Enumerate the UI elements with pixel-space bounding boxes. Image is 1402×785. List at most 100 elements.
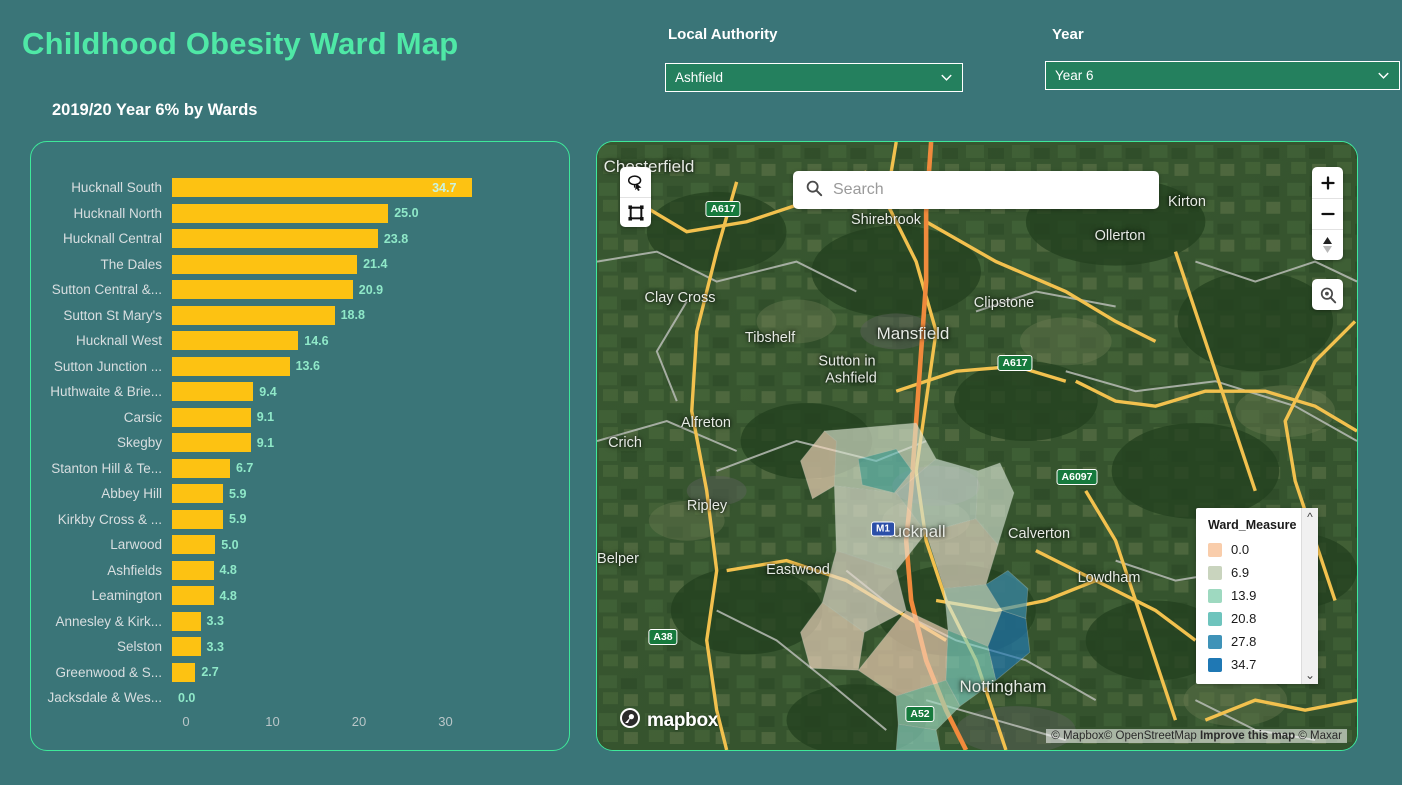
bar-row[interactable]: Annesley & Kirk... 3.3 [31,609,569,635]
bar[interactable] [172,203,389,223]
bar-row[interactable]: Skegby 9.1 [31,430,569,456]
bar[interactable] [172,509,224,529]
bar[interactable] [172,535,216,555]
bar-track: 9.1 [172,430,569,456]
bar[interactable] [172,382,254,402]
mapbox-logo[interactable]: mapbox [619,707,718,734]
bar-label: Sutton Junction ... [53,358,162,374]
bar-track: 2.7 [172,660,569,686]
map-attribution[interactable]: © Mapbox© OpenStreetMap Improve this map… [1046,729,1347,743]
bar-row[interactable]: Larwood 5.0 [31,532,569,558]
bar-row[interactable]: Huthwaite & Brie... 9.4 [31,379,569,405]
bar-row[interactable]: Sutton Central &... 20.9 [31,277,569,303]
bar-label: The Dales [100,256,162,272]
map-card: Chesterfield Shirebrook Kirton Ollerton Clay… [596,141,1358,751]
bar-row[interactable]: Stanton Hill & Te... 6.7 [31,456,569,482]
bar-row[interactable]: Hucknall Central 23.8 [31,226,569,252]
year-dropdown[interactable]: Year 6 [1045,61,1400,90]
bar-value-label: 9.1 [256,435,275,450]
legend-value: 6.9 [1231,565,1250,580]
bar[interactable] [172,586,214,606]
chevron-down-icon[interactable]: ⌄ [1305,669,1315,681]
bar-value-label: 3.3 [206,614,224,629]
map-tools-group[interactable] [620,167,651,227]
bar-row[interactable]: Abbey Hill 5.9 [31,481,569,507]
legend-value: 13.9 [1231,588,1257,603]
bar-label: Hucknall Central [62,231,162,247]
bar-track: 3.3 [172,634,569,660]
bar-value-label: 0.0 [178,690,196,705]
bar-value-label: 5.0 [221,537,239,552]
bar-label: Jacksdale & Wes... [47,690,162,706]
bar-row[interactable]: Greenwood & S... 2.7 [31,660,569,686]
attrib-improve-link[interactable]: Improve this map [1200,730,1295,742]
bar[interactable] [172,484,224,504]
bar-track: 6.7 [172,456,569,482]
bar[interactable] [172,560,214,580]
bar[interactable] [172,178,473,198]
bar[interactable] [172,458,230,478]
bar[interactable] [172,611,201,631]
bar-track: 18.8 [172,303,569,329]
bar-row[interactable]: Carsic 9.1 [31,405,569,431]
attrib-maxar[interactable]: © Maxar [1298,730,1342,742]
lasso-select-tool[interactable] [620,167,651,197]
bar-value-label: 4.8 [219,588,237,603]
local-authority-value: Ashfield [675,70,724,85]
bar-row[interactable]: Leamington 4.8 [31,583,569,609]
box-select-tool[interactable] [620,197,651,227]
attrib-osm[interactable]: © OpenStreetMap [1104,730,1197,742]
bar-row[interactable]: The Dales 21.4 [31,252,569,278]
bar[interactable] [172,356,290,376]
bar[interactable] [172,280,353,300]
bar-row[interactable]: Selston 3.3 [31,634,569,660]
bar-value-label: 25.0 [394,206,419,221]
bar-value-label: 4.8 [219,563,237,578]
map-nav-controls[interactable] [1312,167,1343,260]
bar-row[interactable]: Jacksdale & Wes... 0.0 [31,685,569,711]
map-search-box[interactable] [793,171,1159,209]
bar[interactable] [172,254,358,274]
bar[interactable] [172,229,378,249]
bar-row[interactable]: Hucknall North 25.0 [31,201,569,227]
zoom-out-button[interactable] [1312,198,1343,229]
geolocate-button[interactable] [1312,279,1343,310]
chevron-up-icon[interactable]: ^ [1307,511,1313,523]
bar-chart: Hucknall South 34.7 Hucknall North 25.0 Huck… [31,142,569,750]
bar-row[interactable]: Kirkby Cross & ... 5.9 [31,507,569,533]
bar-track: 14.6 [172,328,569,354]
bar-track: 23.8 [172,226,569,252]
year-label: Year [1052,26,1084,43]
bar-label: Hucknall West [75,333,162,349]
bar-row[interactable]: Ashfields 4.8 [31,558,569,584]
bar-value-label: 5.9 [229,512,247,527]
legend-color-swatch [1208,611,1222,626]
bar-track: 0.0 [172,685,569,711]
compass-icon[interactable] [1312,229,1343,260]
road-shield: A52 [905,706,935,722]
bar-row[interactable]: Sutton Junction ... 13.6 [31,354,569,380]
bar[interactable] [172,407,251,427]
chevron-down-icon [939,70,954,85]
legend-scrollbar[interactable]: ^ ⌄ [1301,508,1318,684]
bar-track: 9.4 [172,379,569,405]
bar[interactable] [172,662,196,682]
bar-label: Sutton St Mary's [63,307,162,323]
zoom-in-button[interactable] [1312,167,1343,198]
bar[interactable] [172,637,201,657]
bar-value-label: 9.4 [259,384,277,399]
bar-label: Skegby [116,435,162,451]
bar-track: 4.8 [172,558,569,584]
bar[interactable] [172,433,251,453]
bar-row[interactable]: Hucknall South 34.7 [31,175,569,201]
bar-chart-card: Hucknall South 34.7 Hucknall North 25.0 Huck… [30,141,570,751]
bar-row[interactable]: Hucknall West 14.6 [31,328,569,354]
search-input[interactable] [833,181,1147,199]
attrib-mapbox[interactable]: © Mapbox [1051,730,1104,742]
legend-value: 27.8 [1231,634,1257,649]
bar[interactable] [172,331,299,351]
bar-label: Kirkby Cross & ... [57,511,162,527]
bar[interactable] [172,305,335,325]
local-authority-dropdown[interactable]: Ashfield [665,63,963,92]
bar-row[interactable]: Sutton St Mary's 18.8 [31,303,569,329]
